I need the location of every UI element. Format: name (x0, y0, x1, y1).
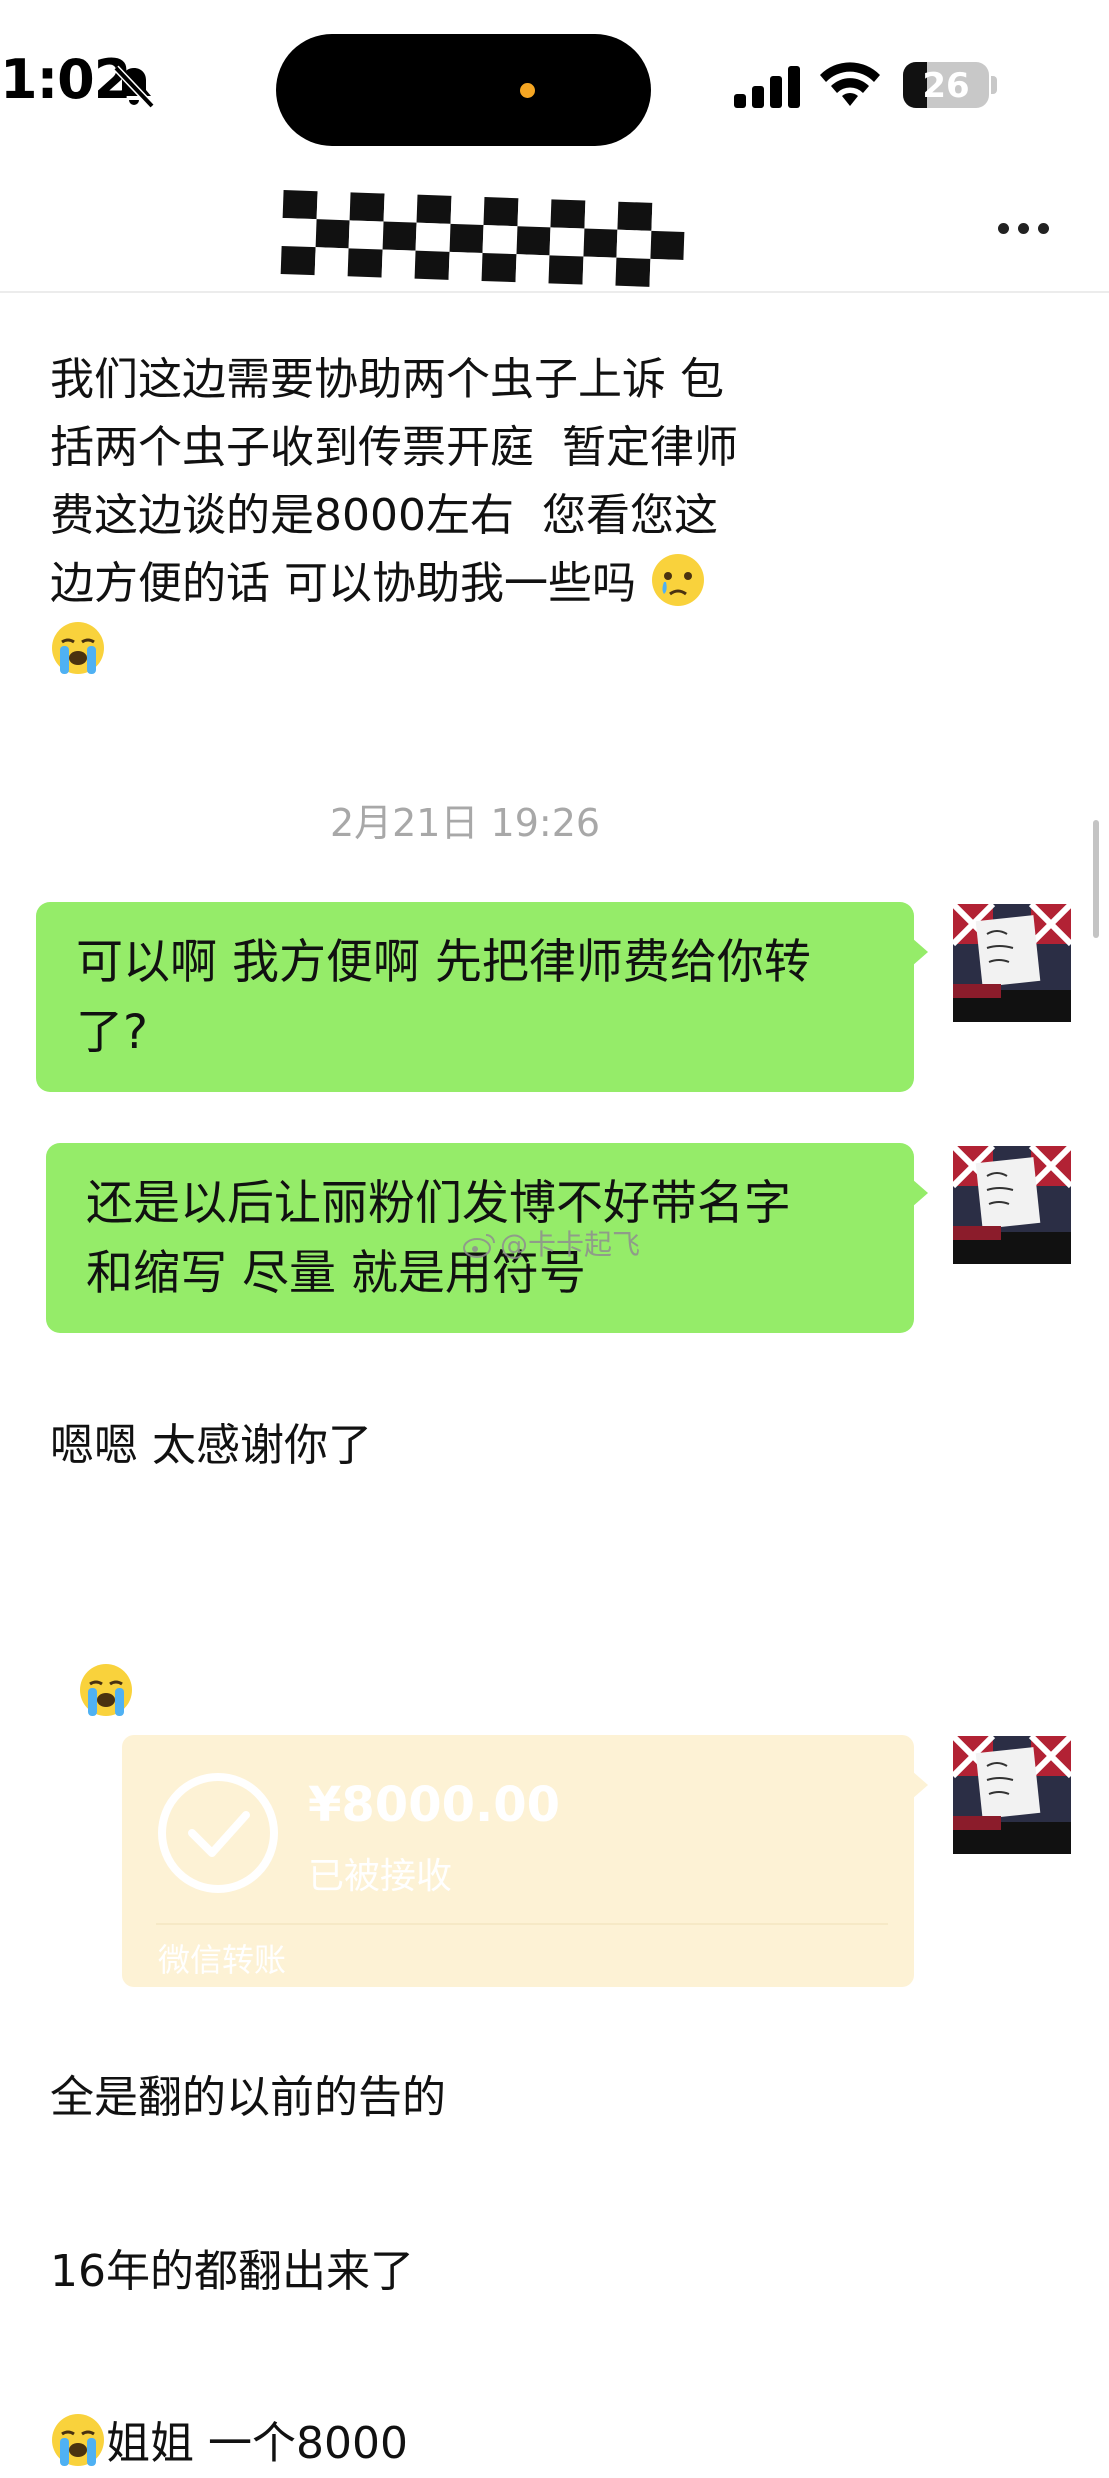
transfer-status: 已被接收 (308, 1856, 453, 1897)
scrollbar-thumb[interactable] (1093, 820, 1099, 938)
mosaic-cell (415, 222, 451, 252)
mosaic-cell (280, 245, 316, 276)
sent-message-text: 可以啊 我方便啊 先把律师费给你转 了? (76, 935, 811, 1060)
weibo-icon (463, 1234, 495, 1258)
transfer-amount: ¥8000.00 (308, 1777, 561, 1833)
avatar[interactable] (953, 904, 1071, 1022)
avatar-image (953, 1146, 1071, 1264)
mosaic-cell (383, 193, 418, 223)
mosaic-cell (281, 217, 317, 248)
mosaic-cell (449, 223, 484, 253)
check-circle-icon (158, 1773, 278, 1893)
received-message (50, 1592, 134, 1728)
mosaic-cell (314, 247, 349, 277)
mosaic-cell (481, 252, 516, 283)
crying-face-emoji (651, 554, 704, 606)
mosaic-cell (349, 192, 385, 222)
sent-message-text: 还是以后让丽粉们发博不好带名字 和缩写 尽量 就是用符号 (86, 1176, 791, 1301)
mosaic-cell (650, 202, 686, 233)
mosaic-cell (515, 226, 551, 256)
mosaic-cell (550, 199, 585, 229)
loudly-crying-face-emoji (52, 2414, 104, 2466)
chat-header (0, 175, 1109, 293)
dynamic-island (276, 34, 651, 146)
wechat-transfer-card[interactable]: ¥8000.00 已被接收 微信转账 (122, 1735, 928, 1987)
transfer-divider (156, 1923, 888, 1925)
received-message: 16年的都翻出来了 (50, 2246, 414, 2297)
mosaic-cell (615, 257, 650, 287)
mosaic-cell (347, 248, 383, 278)
received-message-text: 我们这边需要协助两个虫子上诉 包 括两个虫子收到传票开庭 暂定律师 费这边谈的是… (50, 354, 738, 609)
mosaic-cell (582, 228, 618, 258)
mosaic-cell (516, 198, 552, 228)
bell-slash-icon (113, 65, 155, 109)
sent-message[interactable]: 可以啊 我方便啊 先把律师费给你转 了? (36, 902, 928, 1092)
avatar[interactable] (953, 1736, 1071, 1854)
mosaic-cell (450, 195, 485, 226)
received-message: 我们这边需要协助两个虫子上诉 包 括两个虫子收到传票开庭 暂定律师 费这边谈的是… (50, 346, 738, 686)
battery-cap (991, 76, 997, 94)
status-bar: 1:02 26 (0, 0, 1109, 175)
mosaic-cell (348, 220, 384, 250)
more-dots-icon[interactable] (993, 213, 1053, 243)
battery-level: 26 (922, 66, 970, 106)
mosaic-cell (549, 227, 584, 257)
mosaic-cell (282, 190, 318, 220)
received-message-text: 姐姐 一个8000 (106, 2418, 408, 2469)
mosaic-cell (616, 229, 651, 259)
mosaic-cell (515, 254, 550, 284)
mosaic-cell (315, 219, 350, 249)
mosaic-cell (583, 200, 619, 230)
mosaic-cell (416, 194, 451, 224)
battery-icon: 26 (903, 62, 989, 108)
mosaic-cell (648, 258, 684, 288)
wifi-icon (820, 62, 880, 106)
chat-timestamp: 2月21日 19:26 (329, 801, 601, 845)
loudly-crying-face-emoji (79, 1664, 132, 1716)
mosaic-cell (649, 230, 685, 261)
avatar-image (953, 1736, 1071, 1854)
mosaic-cell (483, 197, 518, 227)
received-message: 全是翻的以前的告的 (50, 2072, 446, 2123)
avatar-image (953, 904, 1071, 1022)
cellular-signal-icon (734, 66, 800, 108)
avatar[interactable] (953, 1146, 1071, 1264)
mosaic-cell (414, 250, 450, 280)
mosaic-cell (316, 191, 351, 221)
weibo-watermark: @卡卡起飞 (462, 1223, 640, 1263)
mosaic-cell (548, 255, 583, 285)
mosaic-cell (581, 256, 617, 286)
camera-indicator-dot (520, 83, 535, 98)
received-message: 嗯嗯 太感谢你了 (50, 1420, 372, 1471)
mosaic-cell (482, 225, 517, 255)
transfer-label: 微信转账 (158, 1941, 287, 1979)
mosaic-cell (382, 221, 417, 251)
watermark-text: @卡卡起飞 (500, 1228, 641, 1261)
mosaic-cell (448, 251, 483, 281)
mosaic-cell (617, 201, 652, 231)
obscured-chat-title (280, 190, 686, 288)
received-message: 姐姐 一个8000 (50, 2410, 408, 2478)
loudly-crying-face-emoji (52, 622, 104, 674)
mosaic-cell (381, 249, 416, 279)
